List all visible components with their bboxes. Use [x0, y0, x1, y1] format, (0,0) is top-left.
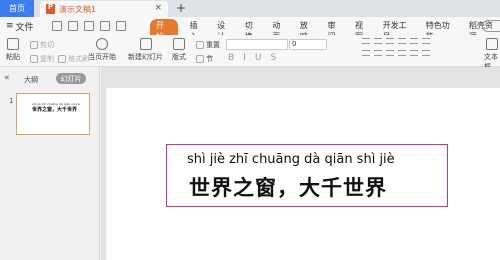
slide[interactable]: shì jiè zhī chuāng dà qiān shì jiè 世界之窗，…: [106, 88, 500, 260]
reset-label: 重置: [206, 41, 220, 49]
slide-panel: « 大纲 幻灯片 1 shì jiè zhī chuāng dà qiān sh…: [0, 67, 100, 260]
search-icon[interactable]: [482, 20, 500, 32]
columns-icon[interactable]: [422, 50, 430, 56]
pinyin-text[interactable]: shì jiè zhī chuāng dà qiān shì jiè: [187, 152, 395, 167]
align-left-icon[interactable]: [362, 50, 370, 56]
format-painter-button[interactable]: 格式刷: [58, 54, 89, 64]
new-slide-icon: [139, 38, 152, 50]
thumbnail-content: shì jiè zhī chuāng dà qiān shì jiè 世界之窗，…: [32, 102, 80, 116]
bullet-list-icon[interactable]: [362, 38, 370, 44]
file-menu[interactable]: ≡ 文件: [6, 20, 46, 33]
section-label: 节: [206, 55, 213, 63]
format-painter-label: 格式刷: [68, 55, 89, 63]
justify-icon[interactable]: [398, 50, 406, 56]
decrease-indent-icon[interactable]: [386, 38, 394, 44]
paste-icon: [7, 38, 19, 50]
print-icon[interactable]: [68, 21, 78, 31]
font-style-2-button[interactable]: U: [255, 53, 262, 63]
increase-indent-icon[interactable]: [398, 38, 406, 44]
distribute-icon[interactable]: [410, 50, 418, 56]
menu-bar: ≡ 文件 开始插入设计切换动画放映审阅视图开发工具特色功能稻壳资源: [0, 17, 500, 43]
section-icon: [196, 55, 204, 63]
font-name-select[interactable]: [226, 39, 288, 50]
save-icon[interactable]: [52, 21, 62, 31]
align-center-icon[interactable]: [374, 50, 382, 56]
text-direction-icon[interactable]: [422, 38, 430, 44]
new-tab-button[interactable]: +: [176, 1, 186, 15]
new-slide-button[interactable]: 新建幻灯片: [128, 38, 163, 62]
cut-label: 剪切: [40, 41, 54, 49]
brush-icon: [58, 55, 66, 63]
presentation-icon: [46, 3, 55, 14]
numbered-list-icon[interactable]: [374, 38, 382, 44]
menu-icon: ≡: [6, 21, 14, 31]
tab-document[interactable]: 演示文稿1 ×: [40, 1, 168, 17]
font-style-0-button[interactable]: B: [228, 53, 234, 63]
text-box-icon: [486, 38, 498, 50]
undo-icon[interactable]: [100, 21, 110, 31]
copy-label: 复制: [40, 55, 54, 63]
thumbnail-hanzi: 世界之窗，大千世界: [32, 107, 78, 113]
copy-button[interactable]: 复制: [30, 54, 54, 64]
font-style-buttons: BIUS: [228, 53, 276, 63]
tab-home[interactable]: 首页: [0, 0, 34, 17]
hanzi-text[interactable]: 世界之窗，大千世界: [189, 172, 387, 202]
line-spacing-icon[interactable]: [410, 38, 418, 44]
copy-icon: [30, 55, 38, 63]
redo-icon[interactable]: [116, 21, 126, 31]
slide-thumbnail[interactable]: shì jiè zhī chuāng dà qiān shì jiè 世界之窗，…: [16, 93, 90, 135]
cut-button[interactable]: 剪切: [30, 40, 54, 50]
document-title: 演示文稿1: [59, 4, 97, 14]
reset-button[interactable]: 重置: [196, 40, 220, 50]
outline-tab[interactable]: 大纲: [24, 75, 38, 85]
selected-text-box[interactable]: shì jiè zhī chuāng dà qiān shì jiè 世界之窗，…: [166, 144, 448, 207]
slides-tab[interactable]: 幻灯片: [56, 73, 86, 84]
play-from-current-button[interactable]: 当页开始: [88, 38, 116, 62]
play-from-current-label: 当页开始: [88, 53, 116, 61]
paragraph-tools: [362, 38, 434, 56]
reset-icon: [196, 41, 204, 49]
new-slide-label: 新建幻灯片: [128, 53, 163, 61]
scissors-icon: [30, 41, 38, 49]
layout-label: 版式: [172, 53, 186, 61]
close-icon[interactable]: ×: [154, 3, 162, 13]
layout-icon: [173, 38, 185, 50]
layout-button[interactable]: 版式: [172, 38, 186, 62]
font-size-select[interactable]: 0: [289, 39, 327, 50]
paste-label: 粘贴: [6, 53, 20, 61]
slide-number: 1: [9, 97, 14, 105]
tab-bar: 首页 演示文稿1 × +: [0, 0, 500, 17]
font-style-1-button[interactable]: I: [243, 53, 246, 63]
align-right-icon[interactable]: [386, 50, 394, 56]
section-button[interactable]: 节: [196, 54, 213, 64]
font-style-3-button[interactable]: S: [270, 53, 276, 63]
collapse-panel-icon[interactable]: «: [4, 73, 10, 83]
editing-canvas: shì jiè zhī chuāng dà qiān shì jiè 世界之窗，…: [101, 67, 500, 260]
play-icon: [96, 38, 108, 50]
preview-icon[interactable]: [84, 21, 94, 31]
paste-button[interactable]: 粘贴: [6, 38, 20, 62]
file-menu-label: 文件: [15, 22, 34, 33]
